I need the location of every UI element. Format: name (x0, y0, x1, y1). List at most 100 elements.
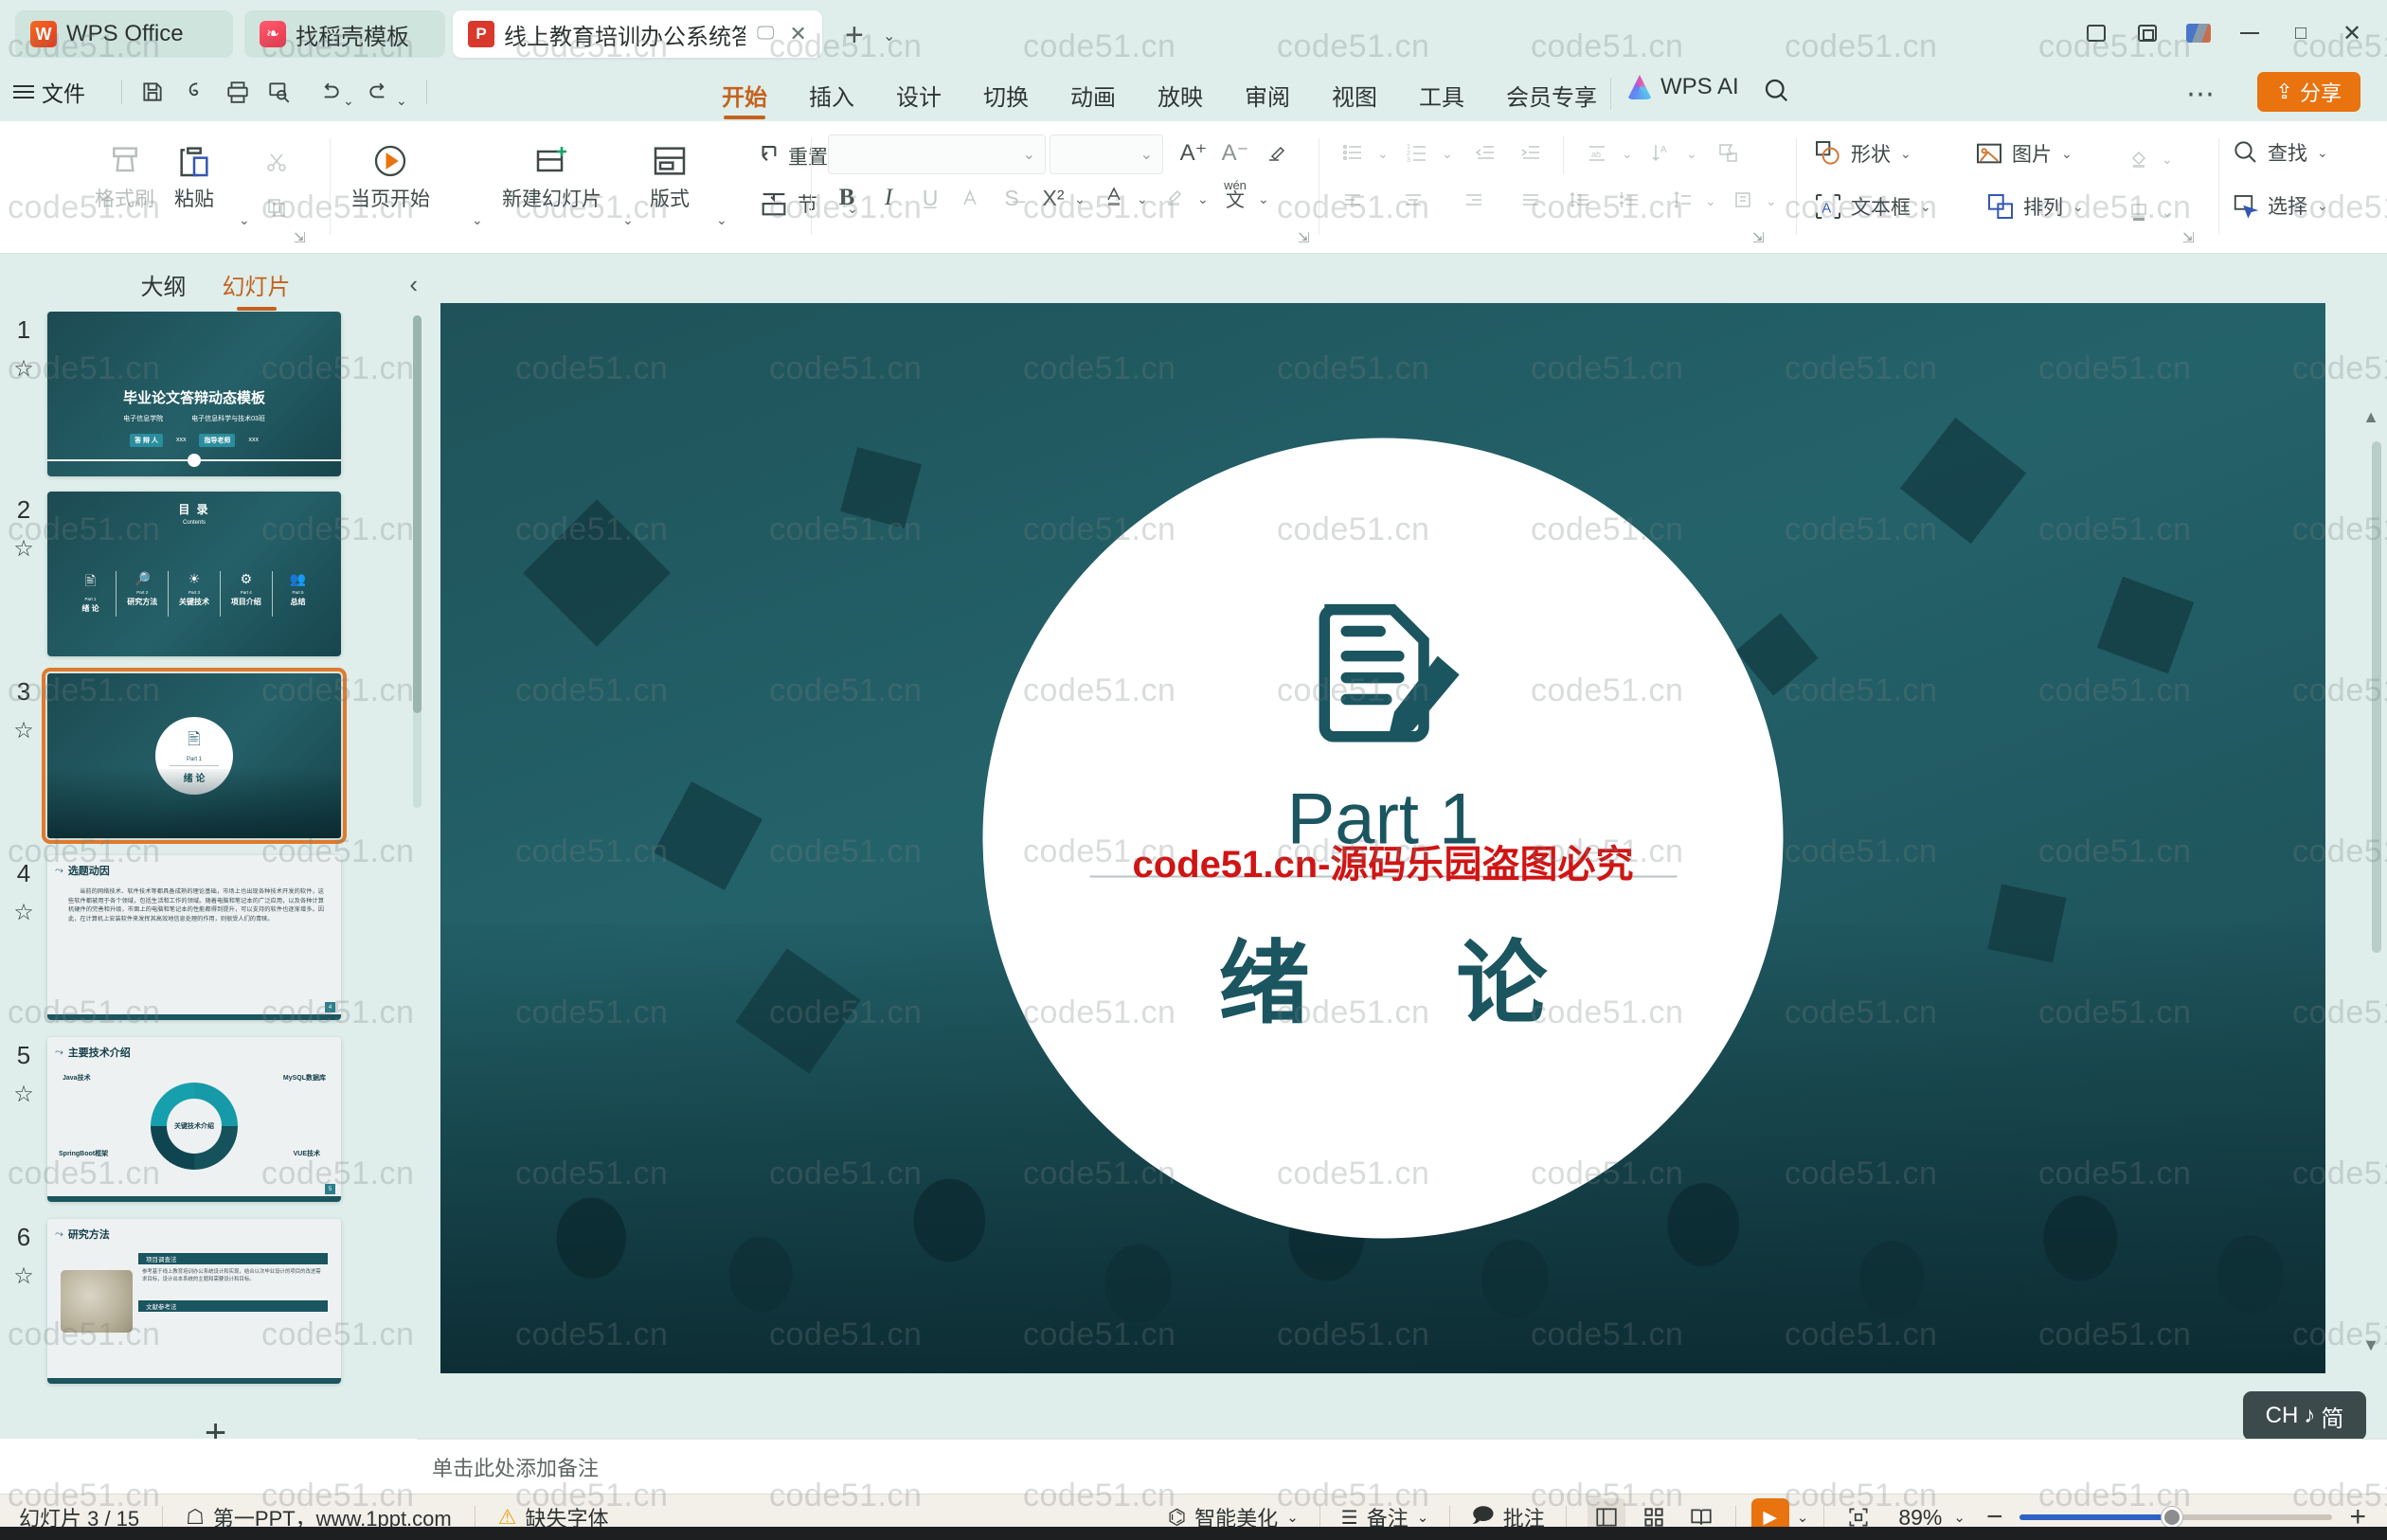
shapes-button[interactable]: 形状 ⌄ (1813, 138, 1911, 169)
thumbnail-scrollbar-thumb[interactable] (413, 315, 422, 713)
close-button[interactable]: ✕ (2330, 13, 2374, 53)
paste-button[interactable]: 粘贴 (174, 142, 214, 212)
ribbon-tab-design[interactable]: 设计 (875, 74, 962, 116)
list-item[interactable]: 3 ☆ 🖹 Part 1 绪 论 (0, 668, 431, 844)
bold-button[interactable]: B (828, 180, 866, 216)
reset-button[interactable]: 重置 (748, 140, 828, 172)
drawing-expand-icon[interactable]: ⇲ (2182, 229, 2195, 246)
layout-chevron-down-icon[interactable]: ⌄ (716, 212, 727, 228)
picture-chevron-down-icon[interactable]: ⌄ (2061, 146, 2073, 162)
fill-chevron-down-icon[interactable]: ⌄ (2162, 152, 2173, 168)
app-tab-presentation[interactable]: P 线上教育培训办公系统答辩PPT 🖵 ✕ (453, 10, 822, 58)
slideshow-chevron-down-icon[interactable]: ⌄ (1797, 1509, 1809, 1526)
zoom-slider[interactable] (2019, 1507, 2333, 1528)
font-name-input[interactable]: ⌄ (828, 134, 1046, 174)
redo-icon[interactable] (364, 78, 396, 106)
align-center-icon[interactable] (1394, 182, 1432, 218)
thumbnail-slide-6[interactable]: ⤳ 研究方法 项目调查法 参考基于线上教育培训办公系统设计和实现，结合以次毕业设… (47, 1219, 341, 1384)
tab-outline[interactable]: 大纲 (141, 268, 187, 311)
save-as-icon[interactable] (178, 78, 210, 106)
decrease-font-size-button[interactable]: A⁻ (1216, 134, 1254, 170)
section-button[interactable]: 节 (758, 188, 817, 220)
sort-icon[interactable]: A (1642, 134, 1680, 170)
clipboard-expand-icon[interactable]: ⇲ (294, 229, 306, 246)
list-item[interactable]: 1 ☆ 毕业论文答辩动态模板 电子信息学院 电子信息科学与技术03班 答 辩 人… (0, 312, 431, 476)
undo-icon[interactable] (313, 78, 345, 106)
clear-format-icon[interactable] (1258, 134, 1296, 170)
star-icon[interactable]: ☆ (0, 355, 47, 383)
canvas-scrollbar-thumb[interactable] (2372, 441, 2381, 953)
font-color-icon[interactable] (1095, 178, 1133, 214)
line-spacing-icon[interactable] (1561, 182, 1599, 218)
current-slide[interactable]: Part 1 绪 论 code51.cn-源码乐园盗图必究 (440, 303, 2325, 1373)
present-screen-icon[interactable]: 🖵 (757, 24, 774, 45)
shapes-chevron-down-icon[interactable]: ⌄ (1900, 146, 1911, 162)
font-expand-icon[interactable]: ⇲ (1298, 229, 1310, 246)
ribbon-tab-animations[interactable]: 动画 (1050, 74, 1137, 116)
scroll-up-arrow-icon[interactable]: ▲ (2362, 407, 2379, 427)
star-icon[interactable]: ☆ (0, 1262, 47, 1290)
new-slide-chevron-down-icon[interactable]: ⌄ (622, 212, 634, 228)
ribbon-tab-tools[interactable]: 工具 (1398, 74, 1485, 116)
notes-chevron-down-icon[interactable]: ⌄ (1417, 1509, 1429, 1526)
play-from-current-button[interactable]: 当页开始 (350, 142, 430, 212)
beautify-chevron-down-icon[interactable]: ⌄ (1286, 1509, 1299, 1526)
pinyin-chevron-down-icon[interactable]: ⌄ (1258, 191, 1269, 207)
list-item[interactable]: 5 ☆ ⤳ 主要技术介绍 关键技术介绍 Java技术 MySQL数据库 Spri… (0, 1037, 431, 1202)
scroll-down-arrow-icon[interactable]: ▼ (2362, 1335, 2379, 1355)
new-slide-button[interactable]: 新建幻灯片 (502, 142, 601, 212)
layout-button[interactable]: 版式 (650, 142, 690, 212)
ribbon-tab-home[interactable]: 开始 (701, 74, 788, 116)
arrange-chevron-down-icon[interactable]: ⌄ (2073, 199, 2084, 215)
font-name-chevron-down-icon[interactable]: ⌄ (1023, 145, 1035, 164)
increase-font-size-button[interactable]: A⁺ (1175, 134, 1212, 170)
text-direction-icon[interactable]: ab (1578, 134, 1616, 170)
outline-chevron-down-icon[interactable]: ⌄ (2162, 205, 2173, 221)
thumbnail-slide-3[interactable]: 🖹 Part 1 绪 论 (42, 668, 347, 844)
underline-button[interactable]: U̲ (911, 180, 949, 216)
ime-indicator[interactable]: CH ♪ 简 (2243, 1391, 2366, 1441)
save-icon[interactable] (136, 78, 169, 106)
list-item[interactable]: 2 ☆ 目 录 Contents 🖹 Part 1 绪 论 🔎 Part 2 研… (0, 492, 431, 656)
font-color-chevron-down-icon[interactable]: ⌄ (1137, 191, 1148, 207)
wps-ai-button[interactable]: WPS AI (1627, 74, 1739, 100)
select-button[interactable]: 选择 ⌄ (2232, 191, 2328, 220)
textbox-chevron-down-icon[interactable]: ⌄ (1920, 199, 1931, 215)
print-preview-icon[interactable] (263, 78, 296, 106)
arrange-button[interactable]: 排列 ⌄ (1985, 191, 2084, 222)
star-icon[interactable]: ☆ (0, 1081, 47, 1108)
increase-indent-icon[interactable] (1512, 134, 1550, 170)
list-item[interactable]: 4 ☆ ⤳ 选题动因 当前的网络技术、软件技术等都具备成熟的理论基础，市场上也出… (0, 855, 431, 1020)
thumbnail-slide-4[interactable]: ⤳ 选题动因 当前的网络技术、软件技术等都具备成熟的理论基础，市场上也出现各种技… (47, 855, 341, 1020)
find-button[interactable]: 查找 ⌄ (2232, 138, 2328, 167)
paragraph-expand-icon[interactable]: ⇲ (1752, 229, 1765, 246)
ribbon-tab-transitions[interactable]: 切换 (962, 74, 1050, 116)
list-item[interactable]: 6 ☆ ⤳ 研究方法 项目调查法 参考基于线上教育培训办公系统设计和实现，结合以… (0, 1219, 431, 1384)
paragraph-spacing-icon[interactable] (1610, 182, 1648, 218)
align-vertical-icon[interactable] (1663, 182, 1701, 218)
decrease-indent-icon[interactable] (1466, 134, 1504, 170)
highlight-chevron-down-icon[interactable]: ⌄ (1197, 191, 1209, 207)
ribbon-tab-review[interactable]: 审阅 (1224, 74, 1311, 116)
italic-button[interactable]: I (870, 180, 907, 216)
outline-icon[interactable] (2120, 193, 2158, 229)
font-size-input[interactable]: ⌄ (1050, 134, 1163, 174)
file-menu-button[interactable]: 文件 (13, 76, 85, 108)
thumbnail-slide-2[interactable]: 目 录 Contents 🖹 Part 1 绪 论 🔎 Part 2 研究方法 … (47, 492, 341, 656)
star-icon[interactable]: ☆ (0, 717, 47, 744)
star-icon[interactable]: ☆ (0, 899, 47, 926)
ribbon-tab-insert[interactable]: 插入 (788, 74, 875, 116)
undo-chevron-down-icon[interactable]: ⌄ (343, 93, 354, 109)
smartart-chevron-down-icon[interactable]: ⌄ (1766, 193, 1777, 209)
new-tab-button[interactable]: + (845, 17, 864, 54)
format-painter-button[interactable]: 格式刷 (95, 142, 154, 212)
textbox-button[interactable]: A 文本框 ⌄ (1813, 191, 1931, 222)
cut-button[interactable] (258, 144, 296, 180)
new-tab-chevron-down-icon[interactable]: ⌄ (883, 27, 895, 45)
star-icon[interactable]: ☆ (0, 535, 47, 563)
print-icon[interactable] (222, 78, 254, 106)
share-button[interactable]: ⇪ 分享 (2256, 72, 2360, 112)
close-tab-icon[interactable]: ✕ (789, 22, 806, 46)
play-chevron-down-icon[interactable]: ⌄ (472, 212, 483, 228)
notes-pane[interactable]: 单击此处添加备注 (417, 1439, 2387, 1494)
